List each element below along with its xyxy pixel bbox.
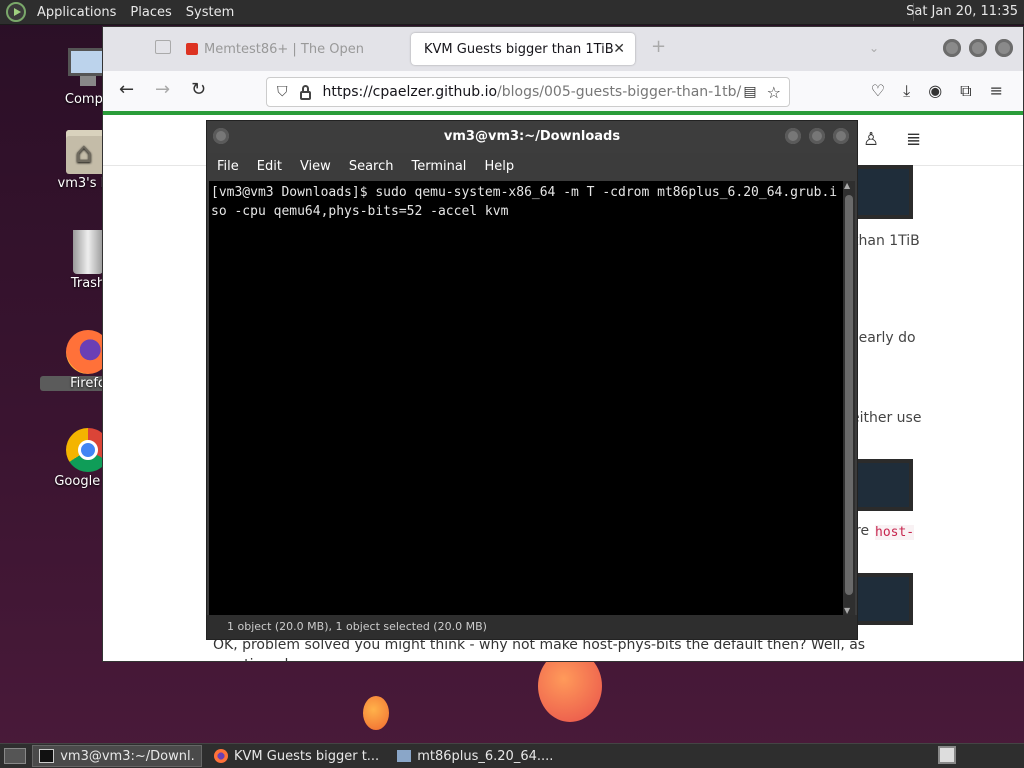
bottom-panel: vm3@vm3:~/Downl... KVM Guests bigger t..… [0, 743, 1024, 768]
reload-icon[interactable]: ↻ [191, 80, 206, 100]
stackoverflow-icon[interactable]: ≣ [906, 129, 921, 150]
toolbar-icons: ♡ ⤓ ◉ ⧉ ≡ [871, 81, 1003, 101]
terminal-window-controls [785, 128, 849, 144]
linux-icon[interactable]: ♙ [863, 129, 879, 150]
taskbar-item-terminal[interactable]: vm3@vm3:~/Downl... [32, 745, 202, 767]
taskbar-label: vm3@vm3:~/Downl... [60, 748, 195, 764]
menu-edit[interactable]: Edit [257, 159, 282, 174]
terminal-titlebar[interactable]: vm3@vm3:~/Downloads [207, 121, 857, 153]
nav-bar: ← → ↻ ⛉ https://cpaelzer.github.io/blogs… [103, 71, 1023, 115]
status-bar: 1 object (20.0 MB), 1 object selected (2… [207, 615, 857, 639]
account-icon[interactable]: ◉ [928, 81, 942, 101]
terminal-icon [39, 749, 55, 763]
tab-kvm-guests[interactable]: KVM Guests bigger than 1TiB ✕ [411, 33, 635, 65]
terminal-menubar: File Edit View Search Terminal Help [207, 153, 857, 179]
scroll-down-icon[interactable]: ▼ [844, 606, 850, 615]
tab-bar: Memtest86+ | The Open KVM Guests bigger … [103, 27, 1023, 71]
window-controls [943, 39, 1013, 57]
url-bar[interactable]: ⛉ https://cpaelzer.github.io/blogs/005-g… [266, 77, 790, 107]
top-panel: Applications Places System Sat Jan 20, 1… [0, 0, 1024, 25]
url-text: https://cpaelzer.github.io/blogs/005-gue… [322, 84, 742, 100]
page-text: than 1TiB [853, 233, 920, 249]
scroll-up-icon[interactable]: ▲ [844, 181, 850, 190]
trash-icon [73, 230, 103, 274]
memtest-favicon-icon [186, 43, 198, 55]
new-tab-icon[interactable]: + [651, 38, 666, 56]
minimize-button[interactable] [785, 128, 801, 144]
taskbar-label: KVM Guests bigger t... [234, 748, 380, 764]
menu-terminal[interactable]: Terminal [411, 159, 466, 174]
terminal-title: vm3@vm3:~/Downloads [443, 129, 621, 144]
taskbar-item-firefox[interactable]: KVM Guests bigger t... [208, 745, 385, 767]
tab-list-icon[interactable] [155, 40, 171, 54]
terminal-scrollbar[interactable]: ▲ ▼ [843, 181, 855, 615]
close-window-button[interactable] [995, 39, 1013, 57]
firefox-icon [214, 749, 228, 763]
chevron-down-icon[interactable]: ⌄ [869, 41, 879, 55]
code-block [851, 459, 913, 511]
menu-places[interactable]: Places [130, 5, 171, 20]
workspace-switcher[interactable] [938, 746, 956, 764]
inline-code: host- [875, 525, 915, 540]
maximize-button[interactable] [809, 128, 825, 144]
taskbar-item-file[interactable]: mt86plus_6.20_64.... [391, 745, 559, 767]
pocket-icon[interactable]: ♡ [871, 81, 885, 101]
reader-view-icon[interactable]: ▤ [743, 84, 756, 100]
window-menu-button[interactable] [213, 128, 229, 144]
decorative-bubble [363, 696, 389, 730]
minimize-button[interactable] [943, 39, 961, 57]
close-window-button[interactable] [833, 128, 849, 144]
forward-icon[interactable]: → [155, 80, 170, 100]
show-desktop-icon[interactable] [4, 748, 26, 764]
maximize-button[interactable] [969, 39, 987, 57]
tab-label: Memtest86+ | The Open [204, 41, 364, 57]
menu-search[interactable]: Search [349, 159, 394, 174]
terminal-window: vm3@vm3:~/Downloads File Edit View Searc… [206, 120, 858, 640]
file-icon [397, 750, 412, 762]
menu-logo-icon[interactable] [6, 2, 26, 22]
terminal-output[interactable]: [vm3@vm3 Downloads]$ sudo qemu-system-x8… [209, 181, 843, 615]
bookmark-star-icon[interactable]: ☆ [767, 83, 781, 102]
menu-applications[interactable]: Applications [37, 5, 116, 20]
page-text: either use [851, 410, 922, 426]
menu-help[interactable]: Help [484, 159, 514, 174]
menu-icon[interactable]: ≡ [990, 81, 1003, 101]
tab-label: KVM Guests bigger than 1TiB [424, 41, 614, 57]
close-icon[interactable]: ✕ [613, 41, 625, 57]
menu-system[interactable]: System [186, 5, 234, 20]
extensions-icon[interactable]: ⧉ [960, 81, 971, 101]
code-block [851, 573, 913, 625]
clock[interactable]: Sat Jan 20, 11:35 [906, 4, 1018, 19]
menu-file[interactable]: File [217, 159, 239, 174]
back-icon[interactable]: ← [119, 80, 134, 100]
tab-memtest[interactable]: Memtest86+ | The Open [186, 37, 364, 61]
taskbar-label: mt86plus_6.20_64.... [417, 748, 554, 764]
code-block [851, 165, 913, 219]
menu-view[interactable]: View [300, 159, 331, 174]
download-icon[interactable]: ⤓ [903, 81, 910, 101]
scrollbar-thumb[interactable] [845, 195, 853, 595]
shield-icon[interactable]: ⛉ [277, 84, 288, 100]
lock-icon[interactable] [299, 84, 311, 100]
